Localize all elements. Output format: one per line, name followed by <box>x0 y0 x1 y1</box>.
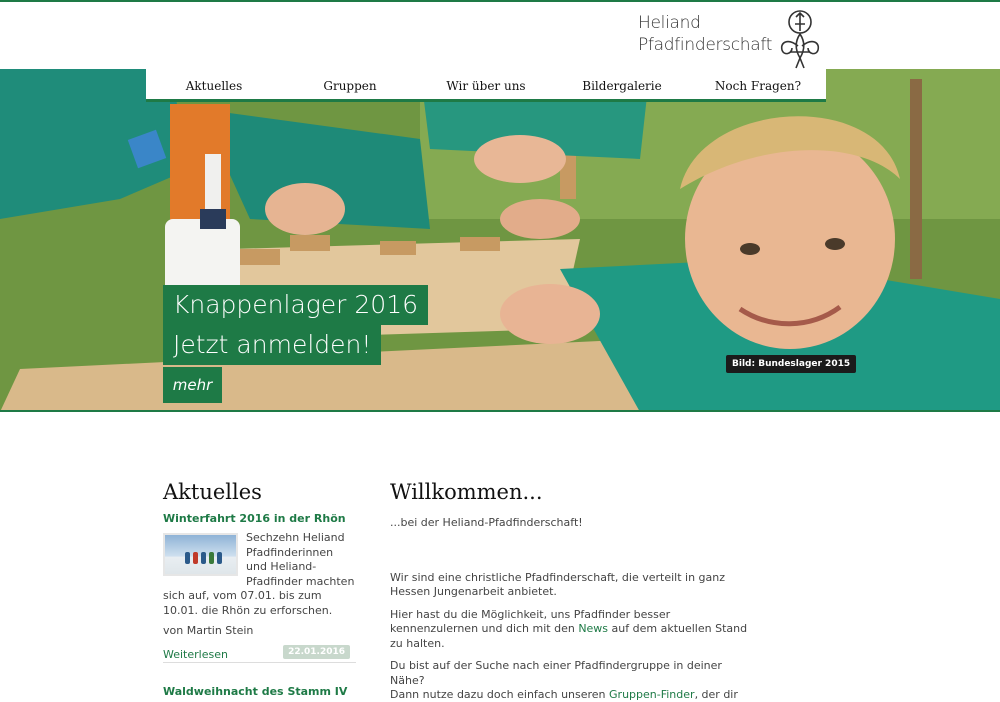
news-read-more-link[interactable]: Weiterlesen <box>163 648 228 661</box>
logo-line-2: Pfadfinderschaft <box>638 35 773 55</box>
nav-item-aktuelles[interactable]: Aktuelles <box>146 69 282 99</box>
news-item-author: von Martin Stein <box>163 624 254 637</box>
page-title: Willkommen... <box>390 480 543 504</box>
teaser-headline[interactable]: Knappenlager 2016 <box>163 285 429 325</box>
fleur-de-lis-icon <box>780 10 820 69</box>
welcome-section: Willkommen... ...bei der Heliand-Pfadfin… <box>390 480 750 702</box>
hero-bottom-line <box>0 410 1000 412</box>
nav-item-noch-fragen[interactable]: Noch Fragen? <box>690 69 826 99</box>
news-item-footer: Weiterlesen 22.01.2016 <box>163 643 356 663</box>
sidebar-heading: Aktuelles <box>163 480 262 504</box>
news-thumbnail[interactable] <box>163 533 238 576</box>
group-finder-link[interactable]: Gruppen-Finder <box>609 688 695 701</box>
teaser-subline[interactable]: Jetzt anmelden! <box>163 325 382 365</box>
news-link[interactable]: News <box>578 622 608 635</box>
intro-paragraph: Wir sind eine christliche Pfadfinderscha… <box>390 570 726 599</box>
image-caption: Bild: Bundeslager 2015 <box>726 355 857 373</box>
nav-item-gruppen[interactable]: Gruppen <box>282 69 418 99</box>
nav-item-bildergalerie[interactable]: Bildergalerie <box>554 69 690 99</box>
welcome-lead: ...bei der Heliand-Pfadfinderschaft! <box>390 516 583 529</box>
news-item-title[interactable]: Winterfahrt 2016 in der Rhön <box>163 512 356 525</box>
nav-item-wir-ueber-uns[interactable]: Wir über uns <box>418 69 554 99</box>
teaser-more-button[interactable]: mehr <box>163 367 222 403</box>
top-accent-line <box>0 0 1000 2</box>
logo-line-1: Heliand <box>638 13 701 33</box>
logo-wordmark: Heliand Pfadfinderschaft <box>638 12 772 56</box>
news-item-title[interactable]: Waldweihnacht des Stamm IV <box>163 685 356 698</box>
news-sidebar: Aktuelles Winterfahrt 2016 in der Rhön S… <box>163 480 356 698</box>
news-paragraph: Hier hast du die Möglichkeit, uns Pfadfi… <box>390 607 748 650</box>
group-finder-paragraph: Du bist auf der Suche nach einer Pfadfin… <box>390 659 738 701</box>
site-logo[interactable]: Heliand Pfadfinderschaft <box>638 8 828 69</box>
news-date-badge: 22.01.2016 <box>283 645 350 659</box>
main-navigation: Aktuelles Gruppen Wir über uns Bildergal… <box>146 69 826 102</box>
